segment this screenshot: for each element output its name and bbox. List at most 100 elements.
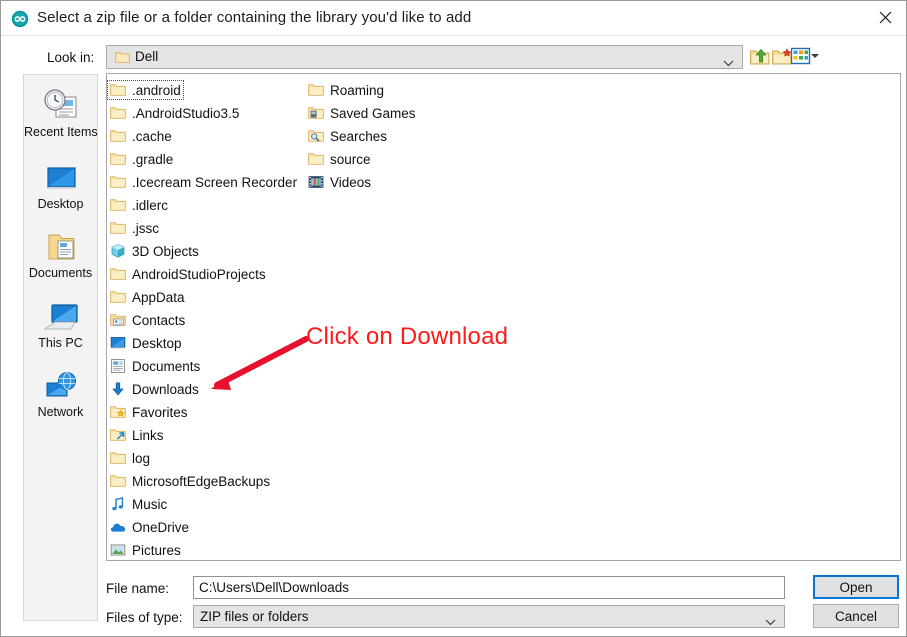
pictures-icon [110,542,126,558]
file-list-item-label: Links [132,427,164,443]
file-list-item[interactable]: .idlerc [107,195,171,215]
sidebar-item-label: This PC [38,336,83,350]
3d-objects-icon [110,243,126,259]
file-list-item-label: 3D Objects [132,243,199,259]
contacts-icon [110,312,126,328]
file-name-label: File name: [106,581,170,596]
file-list-item[interactable]: Searches [305,126,390,146]
onedrive-icon [110,519,126,535]
file-list-item-label: Downloads [132,381,199,397]
chevron-down-icon [723,54,734,72]
file-list-item-label: Searches [330,128,388,144]
file-list-item[interactable]: .Icecream Screen Recorder [107,172,300,192]
folder-icon [110,174,126,190]
recent-items-icon [24,83,97,123]
favorites-icon [110,404,126,420]
annotation-text: Click on Download [306,323,509,350]
cancel-button[interactable]: Cancel [813,604,899,628]
folder-icon [110,197,126,213]
file-list-item-label: Videos [330,174,372,190]
chevron-down-icon [765,613,776,631]
file-list-item-label: OneDrive [132,519,190,535]
sidebar-item-recent-items[interactable]: Recent Items [24,83,98,139]
file-list-item-label: Contacts [132,312,186,328]
videos-icon [308,174,324,190]
file-list-item[interactable]: Downloads [107,379,202,399]
file-list-item-label: Roaming [330,82,385,98]
file-list-item[interactable]: Links [107,425,167,445]
file-list-item[interactable]: Desktop [107,333,185,353]
file-list-item[interactable]: AppData [107,287,188,307]
file-list-item-label: log [132,450,151,466]
file-list-item[interactable]: Contacts [107,310,188,330]
file-list-item[interactable]: log [107,448,153,468]
sidebar-item-network[interactable]: Network [24,363,97,419]
file-list-item[interactable]: MicrosoftEdgeBackups [107,471,273,491]
folder-icon [308,151,324,167]
sidebar-item-label: Recent Items [24,125,98,139]
sidebar-item-desktop[interactable]: Desktop [24,155,97,211]
chevron-down-icon[interactable] [811,54,819,58]
folder-icon [110,220,126,236]
desktop-icon [110,335,126,351]
folder-icon [308,82,324,98]
view-menu-icon[interactable] [790,47,813,67]
dialog-title: Select a zip file or a folder containing… [37,9,472,26]
file-name-input[interactable] [193,576,785,599]
documents-folder-icon [24,224,97,264]
file-list-item[interactable]: Videos [305,172,374,192]
file-list-item[interactable]: .jssc [107,218,162,238]
file-list-item[interactable]: Documents [107,356,203,376]
file-chooser-dialog: Select a zip file or a folder containing… [0,0,907,637]
network-icon [24,363,97,403]
folder-icon [110,289,126,305]
file-list-item-label: .gradle [132,151,174,167]
file-list-item[interactable]: .cache [107,126,175,146]
file-list-item[interactable]: AndroidStudioProjects [107,264,269,284]
file-list-item-label: source [330,151,371,167]
file-list-item[interactable]: Saved Games [305,103,419,123]
sidebar-item-label: Documents [28,266,93,280]
file-list-item-label: .idlerc [132,197,169,213]
file-list-item[interactable]: .gradle [107,149,176,169]
sidebar-item-label: Desktop [37,197,84,211]
files-of-type-value: ZIP files or folders [200,609,309,624]
places-sidebar: Recent Items Desktop Documents This PC N… [23,74,98,621]
file-list-item[interactable]: source [305,149,374,169]
folder-icon [110,151,126,167]
file-list-item-label: AndroidStudioProjects [132,266,266,282]
title-bar: Select a zip file or a folder containing… [1,1,906,36]
folder-icon [110,266,126,282]
file-list-item[interactable]: .AndroidStudio3.5 [107,103,242,123]
file-list-item[interactable]: .android [107,80,184,100]
file-list-item-label: .android [132,82,181,98]
file-list-item-label: Desktop [132,335,182,351]
sidebar-item-label: Network [37,405,84,419]
file-list-item-label: .cache [132,128,172,144]
look-in-combobox[interactable]: Dell [106,45,743,69]
files-of-type-combobox[interactable]: ZIP files or folders [193,605,785,628]
open-button[interactable]: Open [813,575,899,599]
close-icon[interactable] [862,1,906,34]
folder-icon [110,128,126,144]
file-list-item-label: Favorites [132,404,188,420]
file-list-item[interactable]: Favorites [107,402,191,422]
folder-icon [110,105,126,121]
file-list-item[interactable]: OneDrive [107,517,192,537]
create-new-folder-icon[interactable] [771,47,793,67]
links-icon [110,427,126,443]
up-one-level-icon[interactable] [749,47,771,67]
file-list-item-label: Pictures [132,542,181,558]
file-list-item[interactable]: Music [107,494,170,514]
file-list-item[interactable]: Pictures [107,540,184,560]
sidebar-item-this-pc[interactable]: This PC [24,294,97,350]
file-list-item-label: .AndroidStudio3.5 [132,105,240,121]
folder-icon [110,450,126,466]
title-bar-divider [1,35,906,36]
file-list-item[interactable]: Roaming [305,80,387,100]
file-list-item-label: Saved Games [330,105,416,121]
sidebar-item-documents[interactable]: Documents [24,224,97,280]
this-pc-icon [24,294,97,334]
file-list-item[interactable]: 3D Objects [107,241,202,261]
file-list[interactable]: .android .AndroidStudio3.5 .cache .gradle .I… [106,73,901,561]
